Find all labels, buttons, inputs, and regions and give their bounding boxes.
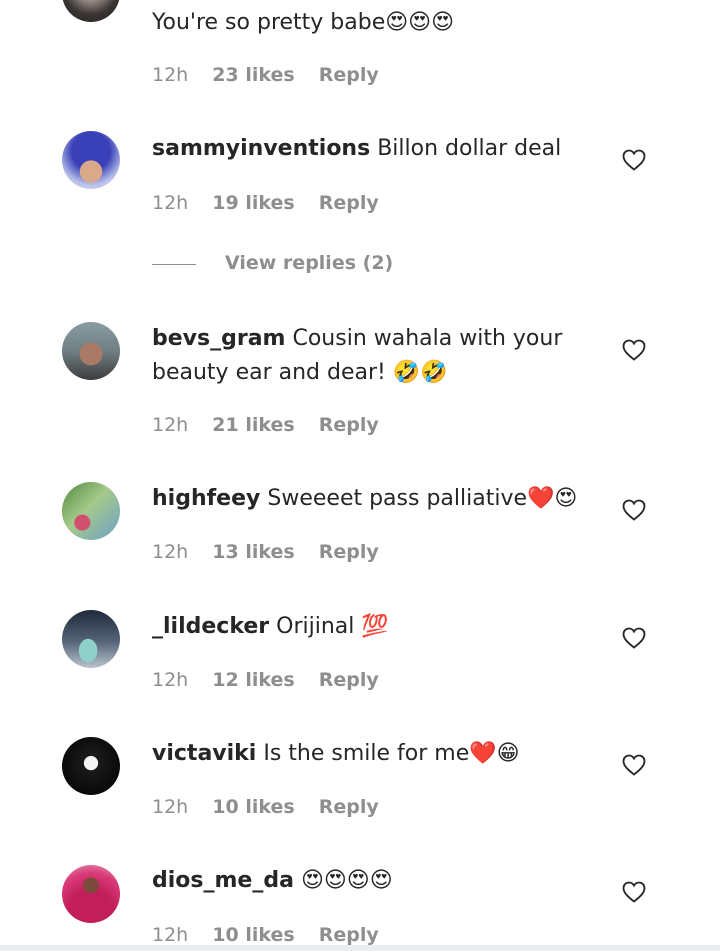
comment-meta: 12h 10 likes Reply [152, 924, 397, 946]
bottom-edge [0, 945, 720, 951]
avatar[interactable] [62, 0, 120, 22]
heart-outline-icon[interactable] [622, 881, 646, 903]
comment-username[interactable]: bevs_gram [152, 326, 285, 351]
comment-meta: 12h 12 likes Reply [152, 669, 397, 691]
comment-body: Orijinal 💯 [276, 614, 389, 639]
comment-text: You're so pretty babe😍😍😍 [152, 10, 455, 35]
reply-button[interactable]: Reply [319, 669, 379, 691]
likes-count[interactable]: 13 likes [212, 541, 294, 563]
view-replies-label: View replies (2) [225, 252, 394, 274]
divider-line [152, 264, 196, 265]
comment-time: 12h [152, 669, 189, 691]
comment-body: Billon dollar deal [377, 136, 562, 161]
heart-outline-icon[interactable] [622, 149, 646, 171]
comment-body: Is the smile for me❤️😁 [263, 741, 520, 766]
avatar[interactable] [62, 322, 120, 380]
likes-count[interactable]: 19 likes [212, 192, 294, 214]
comment-meta: 12h 13 likes Reply [152, 541, 397, 563]
reply-button[interactable]: Reply [319, 64, 379, 86]
avatar[interactable] [62, 737, 120, 795]
comment-body: Sweeeet pass palliative❤️😍 [267, 486, 578, 511]
comment-text: dios_me_da 😍😍😍😍 [152, 864, 592, 898]
avatar[interactable] [62, 482, 120, 540]
comment-text: bevs_gram Cousin wahala with your beauty… [152, 322, 592, 390]
heart-outline-icon[interactable] [622, 339, 646, 361]
comment-text: victaviki Is the smile for me❤️😁 [152, 737, 592, 771]
reply-button[interactable]: Reply [319, 541, 379, 563]
comment-time: 12h [152, 541, 189, 563]
comment-time: 12h [152, 796, 189, 818]
comment-text: highfeey Sweeeet pass palliative❤️😍 [152, 482, 592, 516]
likes-count[interactable]: 23 likes [212, 64, 294, 86]
likes-count[interactable]: 10 likes [212, 924, 294, 946]
reply-button[interactable]: Reply [319, 192, 379, 214]
comment-username[interactable]: highfeey [152, 486, 260, 511]
avatar[interactable] [62, 610, 120, 668]
heart-outline-icon[interactable] [622, 499, 646, 521]
reply-button[interactable]: Reply [319, 414, 379, 436]
comment-meta: 12h 23 likes Reply [152, 64, 397, 86]
heart-outline-icon[interactable] [622, 627, 646, 649]
comment-username[interactable]: sammyinventions [152, 136, 370, 161]
comment-username[interactable]: dios_me_da [152, 868, 294, 893]
comment-meta: 12h 19 likes Reply [152, 192, 397, 214]
reply-button[interactable]: Reply [319, 924, 379, 946]
comment-username[interactable]: victaviki [152, 741, 256, 766]
comment-body: 😍😍😍😍 [300, 868, 393, 893]
likes-count[interactable]: 10 likes [212, 796, 294, 818]
comment-time: 12h [152, 192, 189, 214]
comment-text: sammyinventions Billon dollar deal [152, 132, 592, 166]
comment-time: 12h [152, 924, 189, 946]
reply-button[interactable]: Reply [319, 796, 379, 818]
likes-count[interactable]: 12 likes [212, 669, 294, 691]
avatar[interactable] [62, 865, 120, 923]
comment-meta: 12h 10 likes Reply [152, 796, 397, 818]
comment-time: 12h [152, 414, 189, 436]
heart-outline-icon[interactable] [622, 754, 646, 776]
comment-username[interactable]: _lildecker [152, 614, 269, 639]
comment-meta: 12h 21 likes Reply [152, 414, 397, 436]
likes-count[interactable]: 21 likes [212, 414, 294, 436]
comment-time: 12h [152, 64, 189, 86]
comment-text: _lildecker Orijinal 💯 [152, 610, 592, 644]
avatar[interactable] [62, 131, 120, 189]
